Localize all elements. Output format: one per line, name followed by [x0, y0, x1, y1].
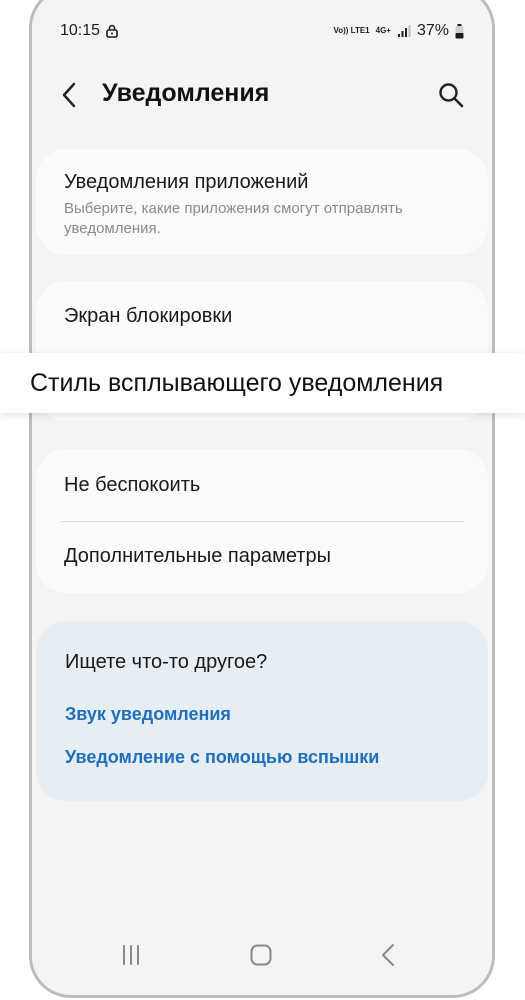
tooltip-text: Стиль всплывающего уведомления	[30, 368, 444, 397]
status-time: 10:15	[60, 22, 101, 39]
link-flash-notification[interactable]: Уведомление с помощью вспышки	[65, 747, 379, 768]
navigation-bar	[32, 935, 492, 975]
app-notifications-title: Уведомления приложений	[64, 171, 309, 193]
home-icon[interactable]	[249, 943, 273, 967]
lock-screen-item[interactable]: Экран блокировки	[64, 305, 232, 328]
highlight-tooltip: Стиль всплывающего уведомления	[0, 353, 525, 413]
app-notifications-card[interactable]: Уведомления приложений Выберите, какие п…	[36, 149, 488, 255]
back-nav-icon[interactable]	[380, 943, 396, 967]
divider	[60, 521, 464, 522]
status-bar: 10:15 Vo)) LTE1 4G+ 37%	[60, 17, 464, 45]
suggestions-card: Ищете что-то другое? Звук уведомления Ув…	[36, 621, 488, 801]
network-type-indicator: 4G+	[375, 26, 391, 35]
suggestions-title: Ищете что-то другое?	[65, 651, 268, 673]
battery-percent: 37%	[416, 22, 449, 39]
back-arrow-icon[interactable]	[56, 81, 84, 109]
app-notifications-subtitle: Выберите, какие приложения смогут отправ…	[64, 200, 403, 237]
link-notification-sound[interactable]: Звук уведомления	[65, 704, 231, 725]
do-not-disturb-item[interactable]: Не беспокоить	[64, 474, 200, 497]
recent-apps-icon[interactable]	[120, 944, 142, 966]
signal-icon	[397, 25, 411, 37]
advanced-settings-item[interactable]: Дополнительные параметры	[64, 545, 331, 568]
search-icon[interactable]	[436, 80, 466, 110]
settings-card: Не беспокоить Дополнительные параметры	[36, 449, 488, 593]
battery-icon	[455, 23, 464, 38]
lock-icon	[106, 24, 118, 38]
volte-indicator: Vo)) LTE1	[333, 26, 370, 35]
phone-frame: 10:15 Vo)) LTE1 4G+ 37% Уведомления Увед…	[29, 0, 495, 998]
top-app-bar: Уведомления	[32, 73, 492, 117]
page-title: Уведомления	[102, 79, 270, 107]
